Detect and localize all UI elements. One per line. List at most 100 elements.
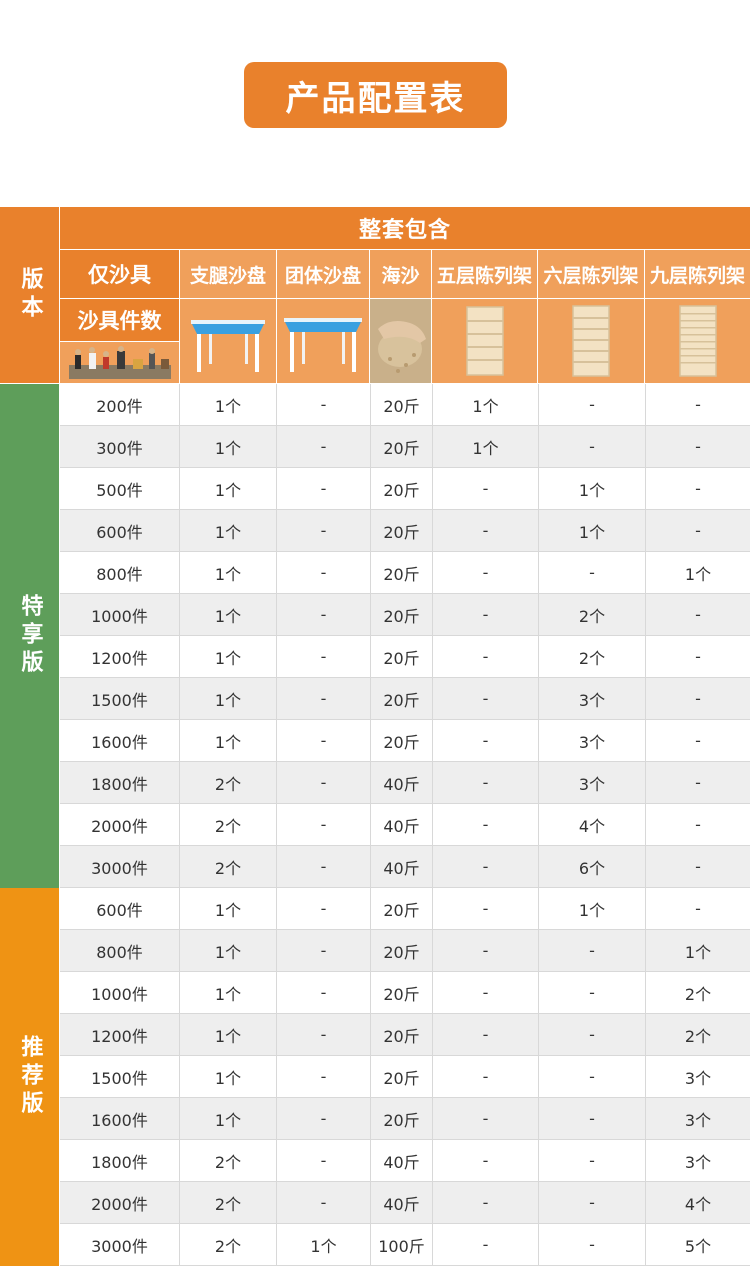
cell-leg-tray: 1个 [179,720,276,761]
cell-tool-count: 2000件 [91,1194,148,1214]
cell-sea-sand: 40斤 [370,804,432,845]
cell-leg-tray: 1个 [179,636,276,677]
cell-leg-tray: 1个 [179,930,276,971]
cell-shelf-6: - [538,972,645,1013]
table-row: 2000件 2个 -40斤 - -4个 [60,1182,750,1224]
cell-sea-sand: 20斤 [370,1098,432,1139]
cell-tool-count: 500件 [96,480,143,500]
cell-shelf-5: - [432,720,538,761]
cell-sea-sand: 20斤 [370,1014,432,1055]
cell-group-tray: - [276,930,370,971]
cell-leg-tray: 1个 [179,1098,276,1139]
cell-shelf-6: - [538,384,645,425]
cell-tool-count: 3000件 [91,858,148,878]
table-row: 500件 1个 -20斤 -1个 - [60,468,750,510]
cell-tool-count: 1200件 [91,1026,148,1046]
cell-group-tray: - [276,426,370,467]
sand-figures-image [60,342,179,383]
header-version: 版本 [0,207,59,383]
table-row: 1800件 2个 -40斤 - -3个 [60,1140,750,1182]
cell-shelf-5: - [432,1140,538,1181]
cell-group-tray: - [276,1182,370,1223]
cell-tool-count: 1800件 [91,1152,148,1172]
shelf-5-image [432,299,537,383]
table-row: 1200件 1个 -20斤 - -2个 [60,1014,750,1056]
cell-sea-sand: 20斤 [370,720,432,761]
table-row: 2000件 2个 -40斤 -4个 - [60,804,750,846]
cell-shelf-9: - [645,384,750,425]
cell-group-tray: - [276,552,370,593]
cell-group-tray: 1个 [276,1224,370,1265]
cell-shelf-5: - [432,762,538,803]
cell-group-tray: - [276,678,370,719]
cell-shelf-6: - [538,930,645,971]
cell-tool-count: 2000件 [91,816,148,836]
cell-sea-sand: 40斤 [370,1140,432,1181]
cell-leg-tray: 1个 [179,426,276,467]
cell-group-tray: - [276,888,370,929]
cell-shelf-9: 5个 [645,1224,750,1265]
cell-shelf-6: - [538,426,645,467]
table-row: 1500件 1个 -20斤 -3个 - [60,678,750,720]
cell-tool-count: 1500件 [91,1068,148,1088]
cell-tool-count: 1600件 [91,1110,148,1130]
cell-sea-sand: 20斤 [370,888,432,929]
cell-sea-sand: 20斤 [370,594,432,635]
cell-shelf-6: 3个 [538,762,645,803]
cell-shelf-9: 4个 [645,1182,750,1223]
table-row: 1500件 1个 -20斤 - -3个 [60,1056,750,1098]
cell-shelf-5: 1个 [432,426,538,467]
cell-shelf-6: 1个 [538,888,645,929]
cell-sea-sand: 20斤 [370,384,432,425]
cell-group-tray: - [276,384,370,425]
cell-leg-tray: 1个 [179,1056,276,1097]
cell-shelf-9: - [645,888,750,929]
cell-shelf-5: 1个 [432,384,538,425]
header-col-shelf-5: 五层陈列架 [432,250,537,298]
cell-leg-tray: 1个 [179,552,276,593]
header-only-tools: 仅沙具 [60,250,179,298]
table-row: 300件 1个 -20斤 1个 - - [60,426,750,468]
cell-tool-count: 600件 [96,522,143,542]
cell-group-tray: - [276,468,370,509]
cell-group-tray: - [276,594,370,635]
cell-tool-count: 1000件 [91,606,148,626]
cell-shelf-5: - [432,846,538,887]
cell-sea-sand: 40斤 [370,846,432,887]
cell-tool-count: 1200件 [91,648,148,668]
cell-shelf-9: - [645,762,750,803]
cell-shelf-5: - [432,1224,538,1265]
cell-sea-sand: 20斤 [370,426,432,467]
cell-shelf-9: 2个 [645,972,750,1013]
cell-shelf-6: - [538,1182,645,1223]
cell-shelf-6: - [538,1014,645,1055]
cell-shelf-6: 1个 [538,468,645,509]
header-tool-count: 沙具件数 [60,299,179,341]
cell-shelf-9: - [645,678,750,719]
cell-shelf-5: - [432,888,538,929]
cell-tool-count: 3000件 [91,1236,148,1256]
cell-sea-sand: 20斤 [370,1056,432,1097]
cell-leg-tray: 2个 [179,1140,276,1181]
cell-shelf-6: - [538,1224,645,1265]
shelf-6-image [538,299,644,383]
cell-group-tray: - [276,1098,370,1139]
table-row: 1000件 1个 -20斤 - -2个 [60,972,750,1014]
cell-shelf-6: - [538,1098,645,1139]
cell-shelf-5: - [432,468,538,509]
page-title: 产品配置表 [244,62,507,128]
cell-tool-count: 800件 [96,564,143,584]
cell-shelf-6: - [538,552,645,593]
cell-shelf-9: - [645,846,750,887]
cell-tool-count: 300件 [96,438,143,458]
cell-leg-tray: 2个 [179,846,276,887]
cell-shelf-5: - [432,1098,538,1139]
table-row: 800件 1个 -20斤 - -1个 [60,552,750,594]
cell-sea-sand: 20斤 [370,510,432,551]
cell-shelf-5: - [432,972,538,1013]
cell-shelf-9: - [645,594,750,635]
sea-sand-image [370,299,431,383]
cell-group-tray: - [276,720,370,761]
cell-group-tray: - [276,510,370,551]
cell-group-tray: - [276,636,370,677]
